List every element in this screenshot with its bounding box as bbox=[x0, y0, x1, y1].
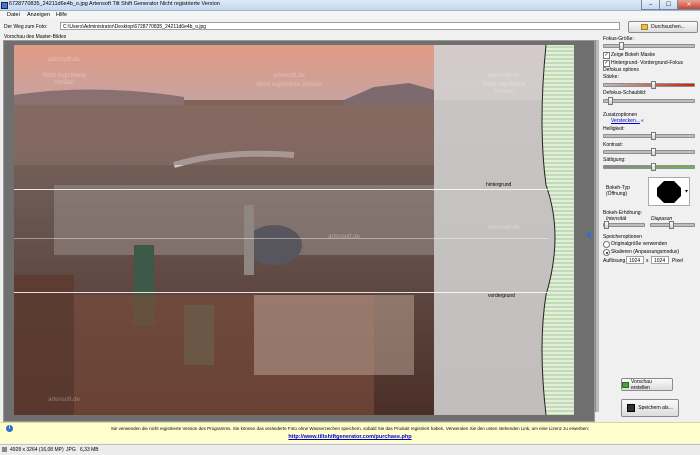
intensitaet-slider[interactable] bbox=[603, 221, 645, 229]
kontrast-slider[interactable] bbox=[603, 148, 695, 156]
skalieren-label: Skalieren (Anpassungsmodus) bbox=[611, 249, 680, 255]
menu-hilfe[interactable]: Hilfe bbox=[56, 12, 67, 18]
info-text: Sie verwenden die nicht registrierte Ver… bbox=[110, 426, 590, 431]
browse-label: Durchsuchen... bbox=[651, 24, 685, 30]
defokus-schaubild-label: Defokus-Schaubild: bbox=[603, 90, 647, 96]
menu-bar: Datei Anzeigen Hilfe bbox=[0, 11, 700, 19]
hint-vord-fokus-checkbox[interactable]: ✓ bbox=[603, 60, 610, 67]
path-label: Der Weg zum Foto: bbox=[4, 24, 48, 30]
purchase-link[interactable]: http://www.tiltshiftgenerator.com/purcha… bbox=[0, 434, 700, 440]
aufloesung-label: Auflösung bbox=[603, 258, 626, 264]
verstecken-arrow-icon[interactable]: « bbox=[641, 118, 644, 124]
folder-icon bbox=[641, 24, 649, 30]
maximize-button[interactable]: ☐ bbox=[659, 0, 678, 10]
speicheroptionen-label: Speicheroptionen bbox=[603, 234, 642, 240]
unregistered-info-bar: i Sie verwenden die nicht registrierte V… bbox=[0, 422, 700, 443]
path-input[interactable]: C:\Users\Administrator\Desktop\672877083… bbox=[60, 22, 620, 30]
diapason-slider[interactable] bbox=[650, 221, 695, 229]
status-size: 6,33 MB bbox=[80, 447, 99, 453]
collapse-arrow-icon[interactable] bbox=[585, 231, 591, 239]
speichern-als-label: Speichern als... bbox=[638, 405, 673, 411]
slider-thumb[interactable] bbox=[651, 163, 656, 171]
slider-thumb[interactable] bbox=[669, 221, 674, 229]
times-label: x bbox=[646, 258, 649, 264]
status-format: JPG bbox=[66, 447, 76, 453]
defokus-options-label: Defokus options bbox=[603, 67, 639, 73]
slider-thumb[interactable] bbox=[651, 132, 656, 140]
preview-pane[interactable]: hintergrund vordergrund artensoft.de Nic… bbox=[3, 40, 595, 422]
bokeh-shape-select[interactable] bbox=[648, 177, 690, 206]
defokus-schaubild-slider[interactable] bbox=[603, 97, 695, 105]
vorschau-erstellen-button[interactable]: Vorschau erstellen bbox=[621, 378, 673, 391]
preview-icon bbox=[622, 381, 629, 388]
oeffnung-label: (Öffnung) bbox=[606, 191, 628, 197]
slider-thumb[interactable] bbox=[608, 97, 613, 105]
slider-thumb[interactable] bbox=[651, 148, 656, 156]
close-button[interactable]: ✕ bbox=[677, 0, 700, 10]
image-icon bbox=[2, 447, 7, 452]
minimize-button[interactable]: – bbox=[641, 0, 660, 10]
originalgroesse-label: Originalgröße verwenden bbox=[611, 241, 668, 247]
panel-splitter[interactable] bbox=[595, 40, 599, 412]
title-bar: 6728770835_24211d6e4b_o.jpg Artensoft Ti… bbox=[0, 0, 700, 11]
save-disk-icon bbox=[627, 404, 636, 412]
menu-anzeigen[interactable]: Anzeigen bbox=[27, 12, 50, 18]
fokus-groesse-slider[interactable] bbox=[603, 42, 695, 50]
preview-image: hintergrund vordergrund artensoft.de Nic… bbox=[14, 45, 574, 415]
slider-thumb[interactable] bbox=[619, 42, 624, 50]
browse-button[interactable]: Durchsuchen... bbox=[628, 21, 698, 33]
resolution-width-input[interactable]: 1024 bbox=[626, 256, 644, 264]
staerke-slider[interactable] bbox=[603, 81, 695, 89]
staerke-label: Stärke: bbox=[603, 74, 619, 80]
defocus-curve[interactable] bbox=[526, 45, 574, 415]
slider-thumb[interactable] bbox=[604, 221, 609, 229]
focus-center-line[interactable] bbox=[14, 238, 549, 239]
vordergrund-line[interactable] bbox=[14, 292, 549, 293]
vordergrund-label: vordergrund bbox=[488, 293, 515, 299]
speichern-als-button[interactable]: Speichern als... bbox=[621, 399, 679, 417]
octagon-aperture-icon bbox=[657, 181, 688, 203]
saettigung-slider[interactable] bbox=[603, 163, 695, 171]
zeige-bokeh-label: Zeige Bokeh Maske bbox=[611, 52, 656, 58]
skalieren-radio[interactable] bbox=[603, 249, 610, 256]
hint-vord-fokus-label: Hintergrund- Vordergrund-Fokus bbox=[611, 60, 683, 66]
originalgroesse-radio[interactable] bbox=[603, 241, 610, 248]
kontrast-label: Kontrast: bbox=[603, 142, 624, 148]
hintergrund-label: hintergrund bbox=[486, 182, 512, 188]
saettigung-label: Sättigung: bbox=[603, 157, 626, 163]
slider-thumb[interactable] bbox=[651, 81, 656, 89]
intensitaet-label: Intensität bbox=[606, 216, 627, 222]
status-bar: 4928 x 3264 (16,08 MP) JPG 6,33 MB bbox=[0, 444, 700, 455]
menu-datei[interactable]: Datei bbox=[7, 12, 20, 18]
pixel-label: Pixel bbox=[672, 258, 683, 264]
zeige-bokeh-checkbox[interactable]: ✓ bbox=[603, 52, 610, 59]
vorschau-erstellen-label: Vorschau erstellen bbox=[630, 378, 652, 391]
window-title: 6728770835_24211d6e4b_o.jpg Artensoft Ti… bbox=[9, 1, 220, 7]
verstecken-link[interactable]: Verstecken... bbox=[611, 118, 640, 124]
resolution-height-input[interactable]: 1024 bbox=[651, 256, 669, 264]
hintergrund-line[interactable] bbox=[14, 189, 549, 190]
app-icon bbox=[1, 2, 8, 9]
status-dimensions: 4928 x 3264 (16,08 MP) bbox=[10, 447, 64, 453]
helligkeit-label: Helligkeit: bbox=[603, 126, 625, 132]
helligkeit-slider[interactable] bbox=[603, 132, 695, 140]
